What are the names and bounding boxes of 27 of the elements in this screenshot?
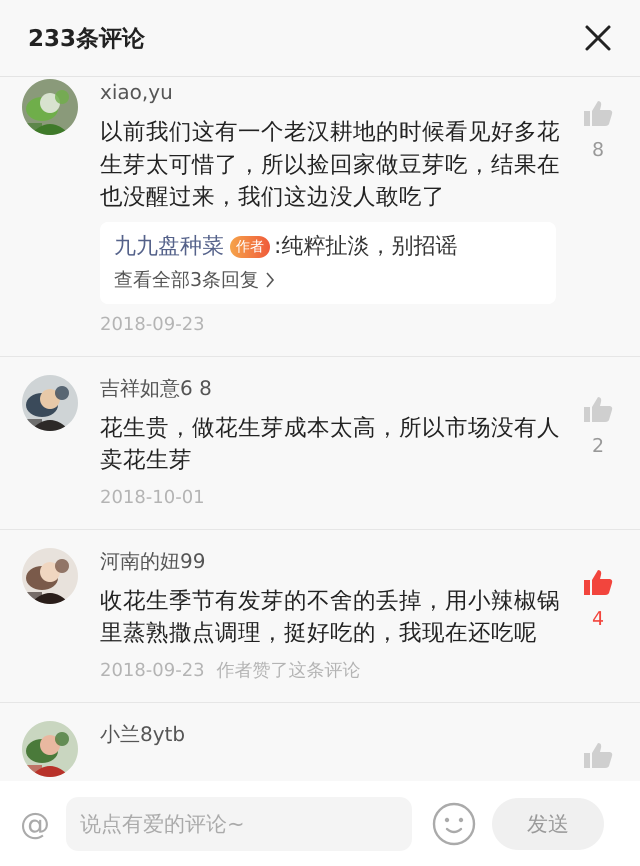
- view-replies-link[interactable]: 查看全部3条回复: [114, 264, 542, 296]
- username[interactable]: 河南的妞99: [100, 546, 560, 576]
- comment-text: 收花生季节有发芽的不舍的丢掉，用小辣椒锅里蒸熟撒点调理，挺好吃的，我现在还吃呢: [100, 586, 560, 648]
- username[interactable]: 小兰8ytb: [100, 718, 560, 748]
- panel-title: 233条评论: [28, 24, 146, 54]
- reply-text: :纯粹扯淡，别招谣: [274, 232, 458, 260]
- comment-text: 以前我们这有一个老汉耕地的时候看见好多花生芽太可惜了，所以捡回家做豆芽吃，结果在也没醒过来，我们这边没人敢吃了: [100, 118, 560, 212]
- comment-date: 2018-09-23: [100, 658, 205, 682]
- close-icon[interactable]: [584, 24, 612, 52]
- thumbs-up-icon[interactable]: [583, 568, 613, 596]
- author-liked-note: 作者赞了这条评论: [216, 658, 361, 682]
- thumbs-up-icon[interactable]: [583, 99, 613, 127]
- comment-date: 2018-10-01: [100, 486, 205, 510]
- chevron-icon: [265, 270, 276, 288]
- like-count: 2: [592, 434, 604, 456]
- username[interactable]: 吉祥如意6 8: [100, 372, 560, 402]
- smiley-icon[interactable]: [432, 802, 476, 846]
- comment-date: 2018-09-23: [100, 312, 205, 336]
- thumbs-up-icon[interactable]: [583, 394, 613, 422]
- like-count: 8: [592, 139, 604, 161]
- comment-input[interactable]: 说点有爱的评论~: [66, 797, 412, 851]
- like-count: 4: [592, 608, 604, 630]
- reply-author[interactable]: 九九盘种菜: [114, 230, 224, 264]
- comment-text: 花生贵，做花生芽成本太高，所以市场没有人卖花生芽: [100, 414, 560, 475]
- username[interactable]: xiao,yu: [100, 77, 560, 107]
- thumbs-up-icon[interactable]: [583, 740, 613, 768]
- author-badge: 作者: [230, 236, 270, 258]
